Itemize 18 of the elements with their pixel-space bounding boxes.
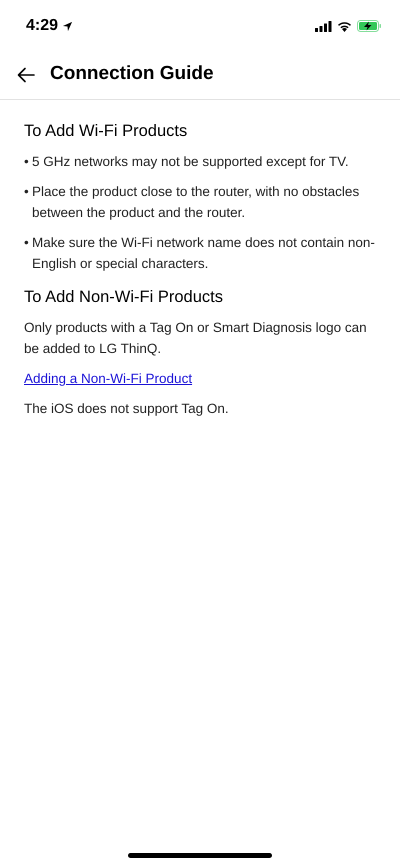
wifi-icon bbox=[337, 20, 352, 32]
bullet-marker: • bbox=[24, 153, 30, 171]
bullet-text: Place the product close to the router, with no obstacles between the product and the router. bbox=[32, 183, 360, 222]
section-heading: To Add Non-Wi-Fi Products bbox=[24, 287, 224, 308]
battery-charging-icon bbox=[357, 20, 382, 32]
paragraph-text: The iOS does not support Tag On. bbox=[24, 400, 230, 418]
status-time: 4:29 bbox=[26, 16, 58, 36]
bullet-text: 5 GHz networks may not be supported except for TV. bbox=[32, 153, 349, 171]
section-heading: To Add Wi-Fi Products bbox=[24, 121, 188, 142]
help-link[interactable]: Adding a Non-Wi-Fi Product bbox=[24, 368, 192, 389]
signal-icon bbox=[315, 20, 332, 32]
bullet-text: Make sure the Wi-Fi network name does not contain non-English or special characters. bbox=[32, 234, 376, 273]
location-arrow-icon bbox=[62, 20, 74, 32]
bullet-marker: • bbox=[24, 234, 30, 252]
back-button[interactable] bbox=[16, 64, 36, 84]
bullet-marker: • bbox=[24, 183, 30, 201]
page-title: Connection Guide bbox=[50, 62, 214, 86]
paragraph-text: Only products with a Tag On or Smart Diagnosis logo can be added to LG ThinQ. bbox=[24, 319, 368, 358]
